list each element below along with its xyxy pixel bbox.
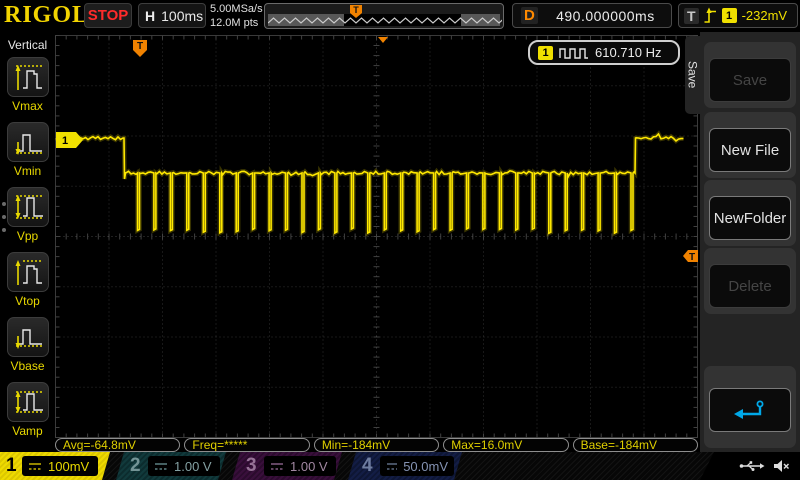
waveform-display: T T 1 (0, 0, 800, 480)
channel-3-status[interactable]: 3 1.00 V (232, 452, 342, 480)
measurement-max: Max=16.0mV (443, 438, 568, 452)
new-file-button[interactable]: New File (709, 128, 791, 172)
svg-text:T: T (137, 41, 143, 52)
graticule (56, 36, 698, 438)
measurement-base: Base=-184mV (573, 438, 698, 452)
trigger-level-marker[interactable]: T (683, 250, 698, 263)
channel1-ref-marker[interactable]: 1 (56, 132, 83, 148)
measure-item-vmin[interactable]: Vmin (0, 122, 55, 178)
frequency-counter: 1 610.710 Hz (528, 40, 680, 65)
vmin-icon (9, 124, 47, 160)
timebase-value: 100ms (161, 8, 203, 24)
dc-coupling-icon (270, 462, 284, 471)
vmax-icon (9, 59, 47, 95)
oscilloscope-screen: T T 1 RIGOL STOP H 100ms 5.00MSa/s 12.0M… (0, 0, 800, 480)
measure-item-vmax[interactable]: Vmax (0, 57, 55, 113)
measure-item-vamp[interactable]: Vamp (0, 382, 55, 438)
vtop-icon (9, 254, 47, 290)
measure-menu-title: Vertical (0, 38, 55, 52)
rising-edge-icon (704, 7, 717, 25)
trigger-level-value: -232mV (742, 8, 788, 23)
menu-tab-save: Save (685, 36, 700, 114)
measurement-readouts: Avg=-64.8mV Freq=***** Min=-184mV Max=16… (55, 438, 698, 452)
delete-button[interactable]: Delete (709, 264, 791, 308)
measurement-min: Min=-184mV (314, 438, 439, 452)
delay-label: D (521, 7, 538, 24)
measure-menu: Vertical Vmax Vmin (0, 32, 55, 452)
trigger-position-marker[interactable]: T (133, 40, 147, 57)
soft-menu-panel: Save New File NewFolder Delete (700, 32, 800, 452)
channel-2-scale: 1.00 V (174, 459, 212, 474)
svg-text:1: 1 (62, 135, 68, 147)
delay-value: 490.000000ms (556, 8, 655, 24)
usb-icon (739, 460, 765, 472)
trigger-box[interactable]: T 1 -232mV (678, 3, 798, 28)
trigger-source-badge: 1 (722, 8, 737, 23)
horizontal-center-marker (378, 37, 388, 43)
dc-coupling-icon (386, 462, 397, 471)
channel-1-status[interactable]: 1 100mV (0, 452, 110, 480)
channel-status-bar: 1 100mV 2 1.00 V 3 (0, 452, 800, 480)
vpp-icon (9, 189, 47, 225)
measure-item-vbase[interactable]: Vbase (0, 317, 55, 373)
new-folder-button[interactable]: NewFolder (709, 196, 791, 240)
channel-4-scale: 50.0mV (403, 459, 448, 474)
return-arrow-icon (733, 399, 767, 421)
svg-text:T: T (689, 252, 695, 263)
system-icons (700, 452, 800, 480)
vbase-icon (9, 319, 47, 355)
channel-3-scale: 1.00 V (290, 459, 328, 474)
freq-value: 610.710 Hz (595, 45, 662, 60)
measure-item-vpp[interactable]: Vpp (0, 187, 55, 243)
header-bar: RIGOL STOP H 100ms 5.00MSa/s 12.0M pts T… (0, 0, 800, 32)
measure-item-vtop[interactable]: Vtop (0, 252, 55, 308)
horizontal-label: H (145, 8, 155, 24)
overview-band (268, 14, 500, 26)
sample-rate: 5.00MSa/s (210, 2, 263, 16)
square-wave-icon (559, 47, 589, 59)
dc-coupling-icon (28, 462, 42, 471)
measurement-avg: Avg=-64.8mV (55, 438, 180, 452)
channel-4-status[interactable]: 4 50.0mV (348, 452, 462, 480)
measurement-freq: Freq=***** (184, 438, 309, 452)
rigol-logo: RIGOL (4, 2, 89, 29)
back-button[interactable] (709, 388, 791, 432)
memory-depth: 12.0M pts (210, 16, 263, 30)
dc-coupling-icon (154, 462, 168, 471)
acquisition-info: 5.00MSa/s 12.0M pts (210, 2, 263, 30)
channel-1-scale: 100mV (48, 459, 89, 474)
ch1-trace (56, 134, 684, 233)
freq-channel-badge: 1 (538, 46, 553, 60)
timebase-overview[interactable]: T (264, 3, 504, 29)
speaker-muted-icon (773, 459, 790, 473)
overview-wave-icon (268, 14, 502, 26)
trigger-label: T (684, 8, 699, 24)
save-button[interactable]: Save (709, 58, 791, 102)
vamp-icon (9, 384, 47, 420)
horizontal-timebase-box[interactable]: H 100ms (138, 3, 206, 28)
channel-2-status[interactable]: 2 1.00 V (116, 452, 226, 480)
delay-box[interactable]: D 490.000000ms (512, 3, 672, 28)
run-state-indicator: STOP (84, 3, 132, 28)
